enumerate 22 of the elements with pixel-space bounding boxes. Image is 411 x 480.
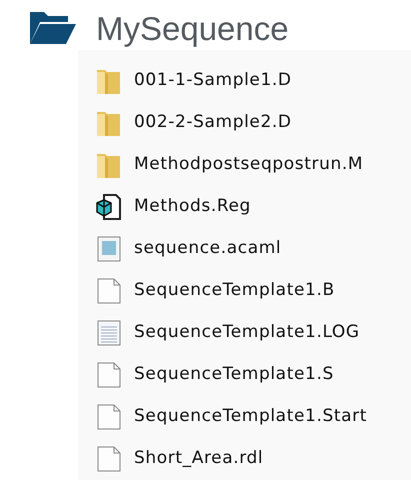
file-name[interactable]: SequenceTemplate1.B: [134, 278, 335, 304]
blank-file-icon: [96, 361, 122, 389]
text-file-icon: [96, 319, 122, 347]
file-name[interactable]: sequence.acaml: [134, 236, 282, 262]
registry-file-icon: [96, 193, 122, 221]
blank-file-icon: [96, 445, 122, 473]
file-name[interactable]: SequenceTemplate1.Start: [134, 404, 367, 430]
file-name[interactable]: 001-1-Sample1.D: [134, 68, 292, 94]
blank-file-icon: [96, 277, 122, 305]
folder-icon: [28, 10, 76, 46]
file-name[interactable]: Short_Area.rdl: [134, 446, 264, 472]
folder-icon: [96, 151, 122, 179]
file-name[interactable]: Methods.Reg: [134, 194, 251, 220]
file-name[interactable]: Methodpostseqpostrun.M: [134, 152, 364, 178]
folder-icon: [96, 109, 122, 137]
blank-file-icon: [96, 403, 122, 431]
folder-title: MySequence: [96, 12, 289, 44]
file-name[interactable]: SequenceTemplate1.LOG: [134, 320, 360, 346]
document-file-icon: [96, 235, 122, 263]
file-name[interactable]: 002-2-Sample2.D: [134, 110, 292, 136]
file-name[interactable]: SequenceTemplate1.S: [134, 362, 334, 388]
folder-icon: [96, 67, 122, 95]
